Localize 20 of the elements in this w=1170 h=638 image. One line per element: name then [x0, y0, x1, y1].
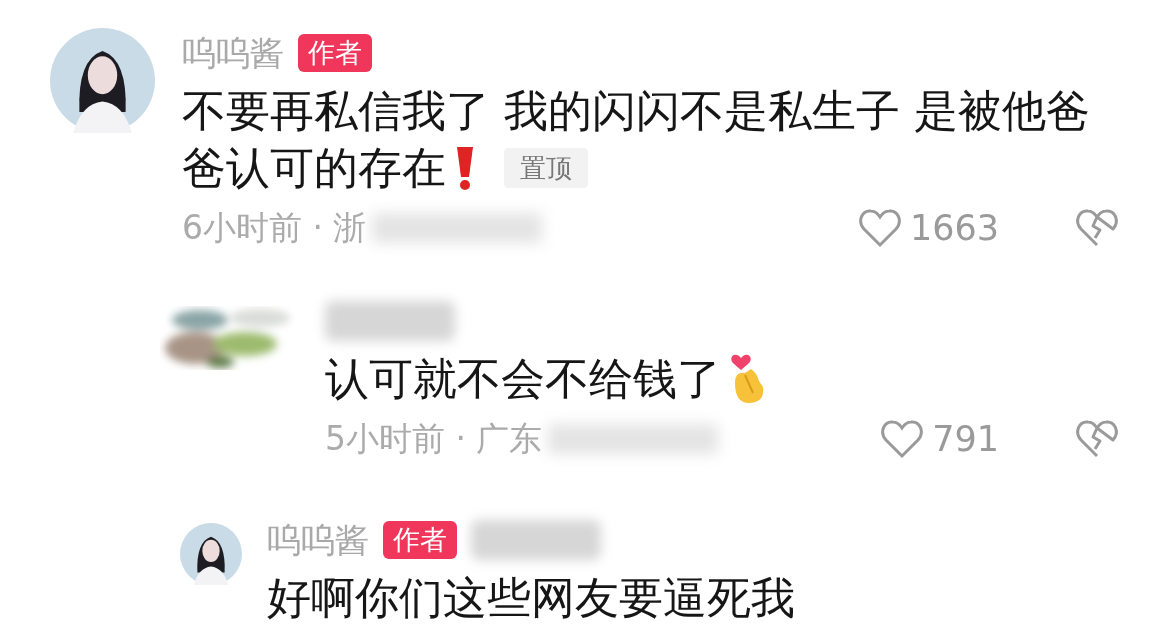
avatar[interactable]: [180, 523, 242, 585]
author-badge: 作者: [383, 521, 457, 559]
author-badge: 作者: [298, 34, 372, 72]
author-name[interactable]: 呜呜酱: [182, 33, 284, 73]
dislike-button[interactable]: [1074, 419, 1120, 459]
exclamation-icon: [454, 144, 476, 191]
comment-text: 好啊你们这些网友要逼死我: [267, 571, 795, 625]
author-name[interactable]: 呜呜酱: [267, 520, 369, 560]
comment-meta: 5小时前 · 广东: [325, 417, 543, 460]
heart-icon: [880, 419, 925, 459]
comment-meta: 6小时前 · 浙: [182, 206, 367, 249]
avatar[interactable]: [50, 28, 155, 133]
pinned-tag: 置顶: [504, 147, 588, 188]
like-button[interactable]: 791: [880, 419, 999, 459]
comment-text: 不要再私信我了 我的闪闪不是私生子 是被他爸: [182, 84, 1090, 138]
dislike-button[interactable]: [1074, 208, 1120, 248]
heart-icon: [857, 208, 902, 248]
comment-text: 认可就不会不给钱了: [325, 352, 721, 406]
comment-text: 爸认可的存在: [182, 141, 446, 195]
like-button[interactable]: 1663: [857, 208, 999, 248]
